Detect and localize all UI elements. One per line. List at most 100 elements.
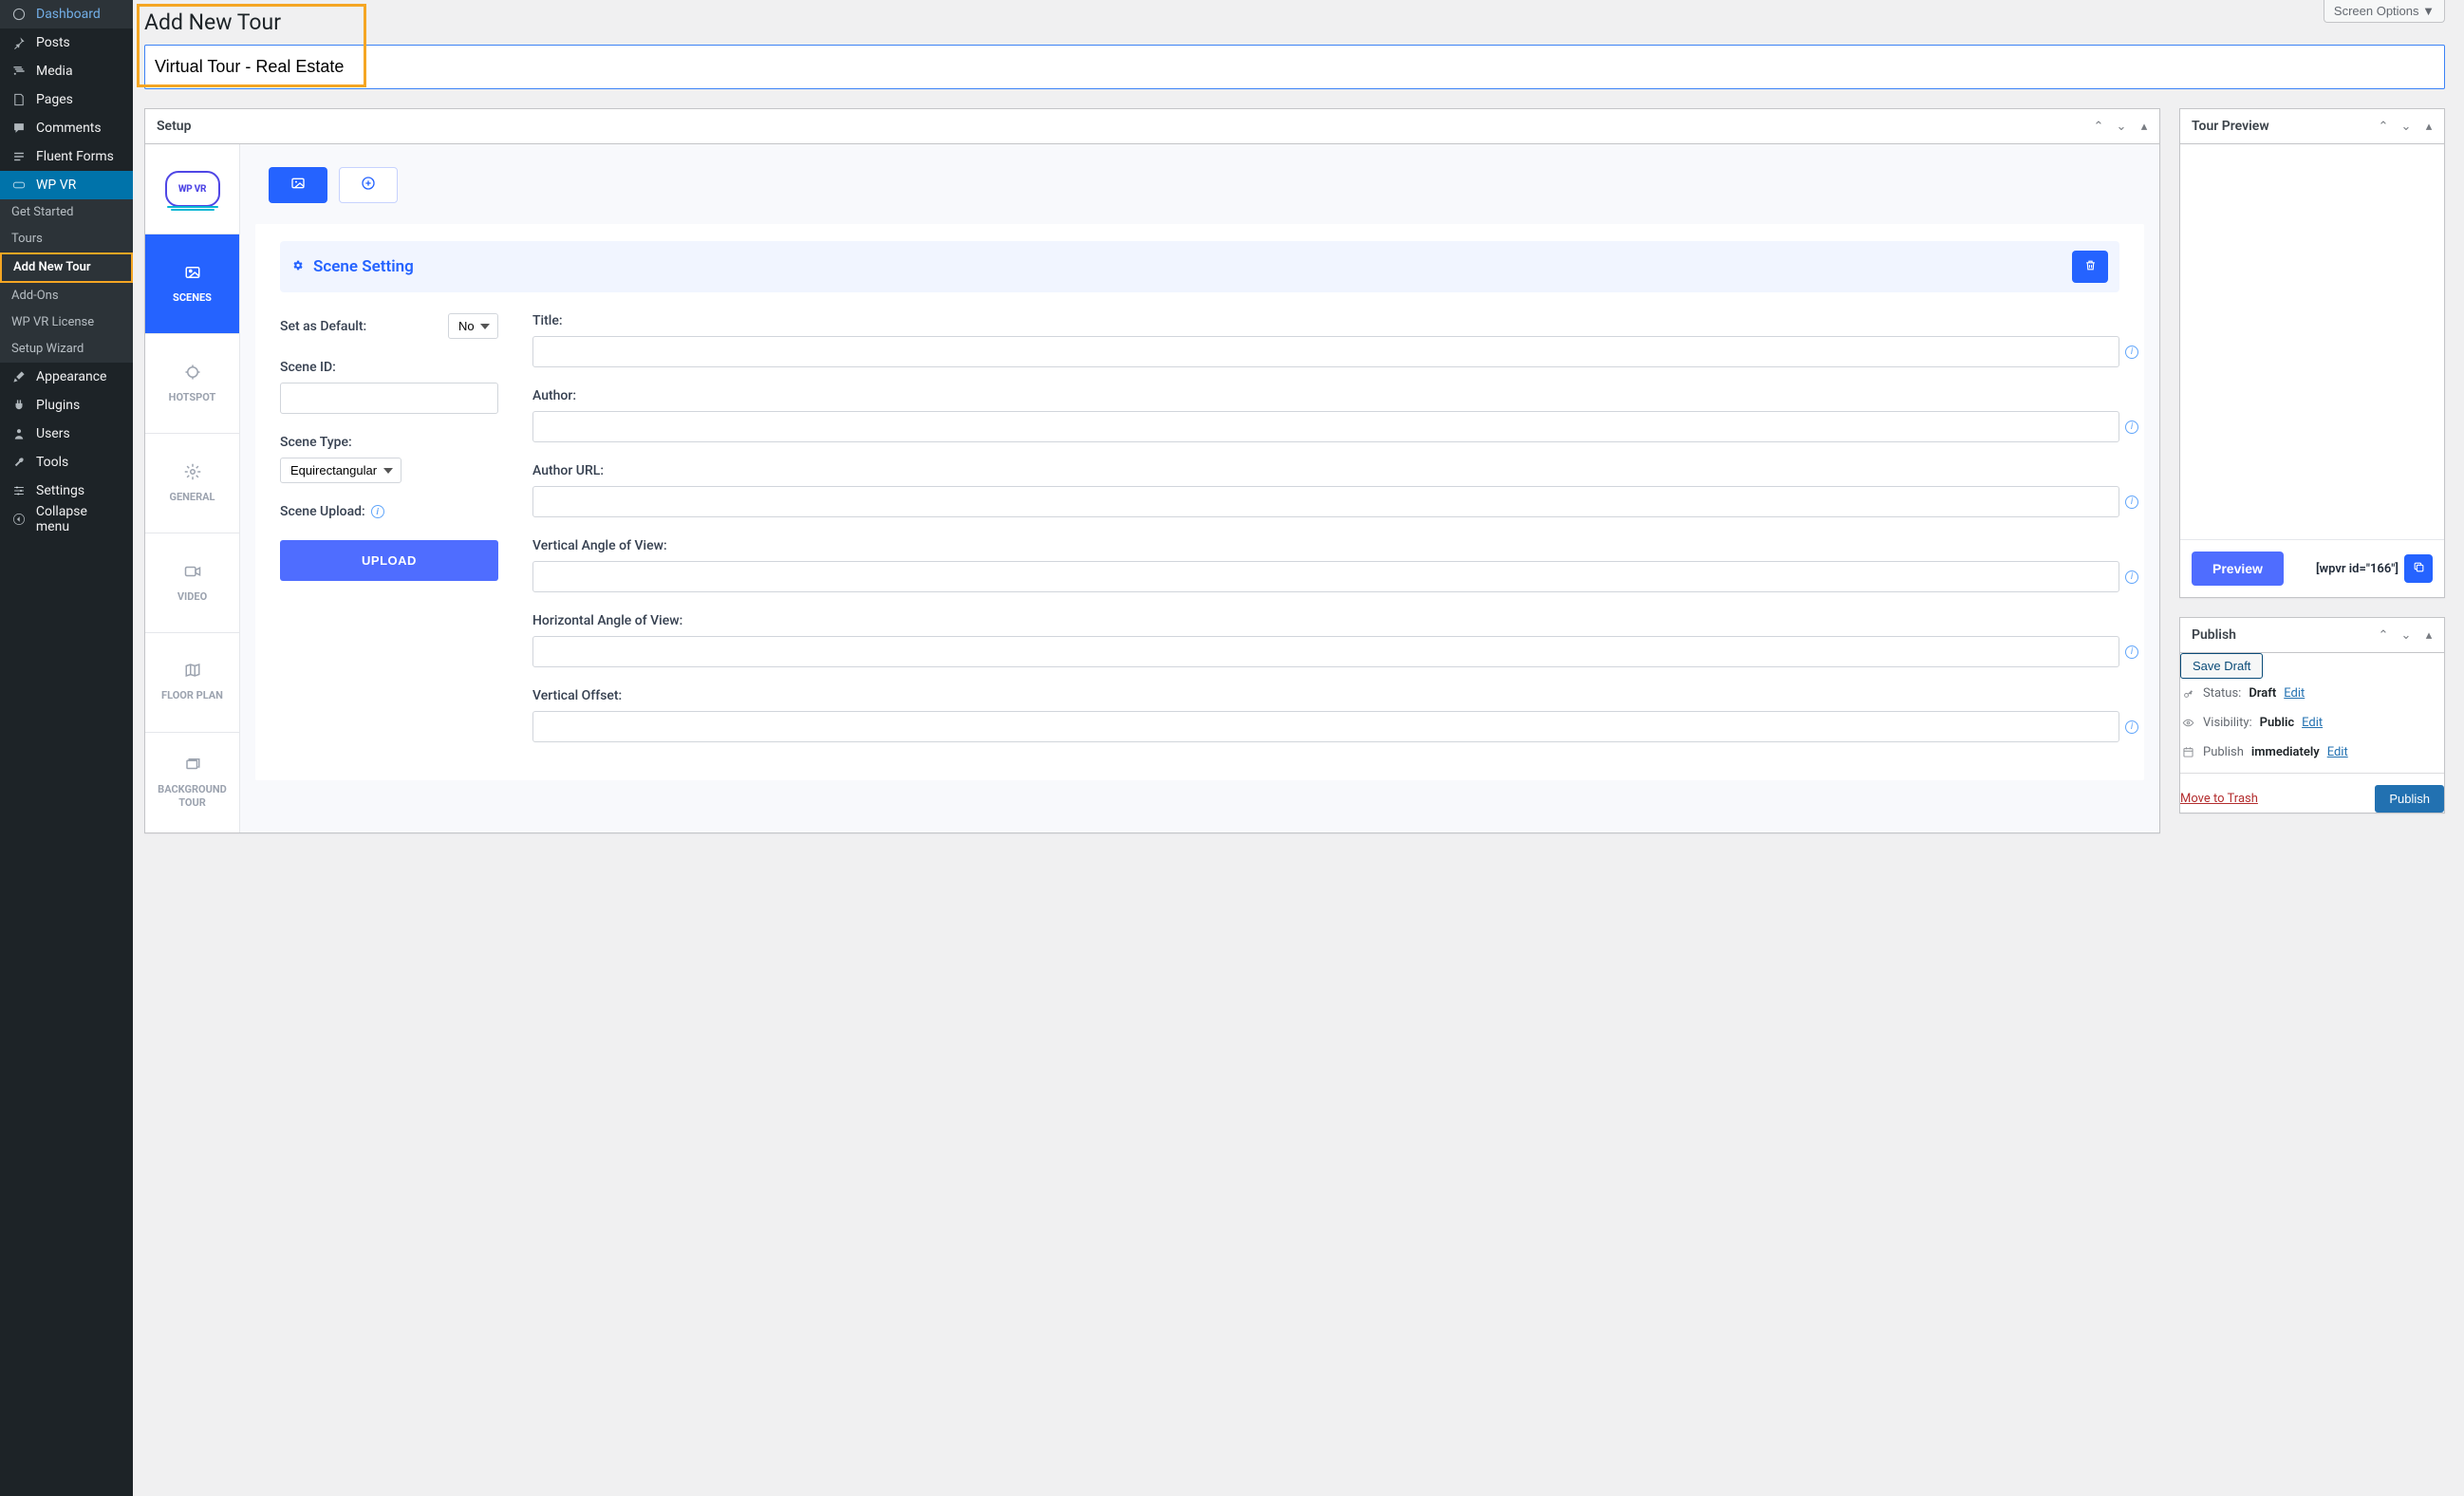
collapse-icon — [9, 510, 28, 529]
key-icon — [2180, 687, 2195, 700]
sidebar-item-plugins[interactable]: Plugins — [0, 391, 133, 420]
move-to-trash-link[interactable]: Move to Trash — [2180, 792, 2258, 806]
image-icon — [184, 264, 201, 286]
visibility-label: Visibility: — [2203, 716, 2252, 730]
tab-hotspot[interactable]: HOTSPOT — [145, 334, 239, 434]
preview-button[interactable]: Preview — [2192, 552, 2284, 586]
panel-down-icon[interactable]: ⌄ — [2397, 117, 2416, 136]
vertical-offset-input[interactable] — [532, 711, 2119, 742]
sub-tours[interactable]: Tours — [0, 226, 133, 252]
status-label: Status: — [2203, 686, 2241, 701]
info-icon[interactable]: i — [2125, 645, 2138, 659]
edit-status-link[interactable]: Edit — [2284, 686, 2305, 701]
info-icon[interactable]: i — [2125, 496, 2138, 509]
copy-shortcode-button[interactable] — [2404, 554, 2433, 583]
save-draft-button[interactable]: Save Draft — [2180, 653, 2263, 679]
wpvr-submenu: Get Started Tours Add New Tour Add-Ons W… — [0, 199, 133, 363]
preview-canvas — [2180, 144, 2444, 539]
pin-icon — [9, 33, 28, 52]
info-icon[interactable]: i — [371, 505, 384, 518]
sidebar-item-media[interactable]: Media — [0, 57, 133, 85]
tour-title-input[interactable] — [144, 45, 2445, 89]
sidebar-item-label: Appearance — [36, 369, 106, 384]
info-icon[interactable]: i — [2125, 570, 2138, 584]
sidebar-item-label: Fluent Forms — [36, 149, 114, 164]
author-input[interactable] — [532, 411, 2119, 442]
eye-icon — [2180, 717, 2195, 729]
calendar-icon — [2180, 746, 2195, 758]
title-label: Title: — [532, 313, 2119, 328]
sidebar-item-label: Dashboard — [36, 7, 101, 22]
sidebar-item-comments[interactable]: Comments — [0, 114, 133, 142]
sidebar-item-label: Users — [36, 426, 70, 441]
sub-license[interactable]: WP VR License — [0, 309, 133, 336]
tab-label: VIDEO — [177, 590, 207, 603]
info-icon[interactable]: i — [2125, 346, 2138, 359]
scene-type-select[interactable]: Equirectangular — [280, 458, 401, 483]
user-icon — [9, 424, 28, 443]
panel-down-icon[interactable]: ⌄ — [2397, 626, 2416, 645]
sub-wizard[interactable]: Setup Wizard — [0, 336, 133, 363]
tour-preview-panel: Tour Preview ⌃ ⌄ ▴ Preview [wpvr id="16 — [2179, 108, 2445, 598]
panel-down-icon[interactable]: ⌄ — [2112, 117, 2131, 136]
scene-pill-1[interactable] — [269, 167, 327, 203]
scene-id-input[interactable] — [280, 383, 498, 414]
sidebar-item-users[interactable]: Users — [0, 420, 133, 448]
panel-up-icon[interactable]: ⌃ — [2374, 117, 2393, 136]
edit-visibility-link[interactable]: Edit — [2302, 716, 2323, 730]
tab-bg-tour[interactable]: BACKGROUND TOUR — [145, 733, 239, 832]
sidebar-item-wpvr[interactable]: WP VR — [0, 171, 133, 199]
map-icon — [184, 662, 201, 683]
set-default-select[interactable]: No — [448, 313, 498, 339]
edit-publish-time-link[interactable]: Edit — [2327, 745, 2348, 759]
sidebar-item-dashboard[interactable]: Dashboard — [0, 0, 133, 28]
author-url-input[interactable] — [532, 486, 2119, 517]
sidebar-item-posts[interactable]: Posts — [0, 28, 133, 57]
wpvr-content: Scene Setting — [240, 144, 2159, 832]
setup-panel-title: Setup — [145, 109, 202, 143]
upload-button[interactable]: UPLOAD — [280, 540, 498, 581]
sidebar-item-collapse[interactable]: Collapse menu — [0, 505, 133, 533]
settings-gear-icon — [291, 259, 304, 275]
panel-up-icon[interactable]: ⌃ — [2374, 626, 2393, 645]
visibility-value: Public — [2260, 716, 2294, 730]
sidebar-item-label: Pages — [36, 92, 73, 107]
sidebar-item-fluent-forms[interactable]: Fluent Forms — [0, 142, 133, 171]
info-icon[interactable]: i — [2125, 720, 2138, 734]
publish-panel: Publish ⌃ ⌄ ▴ Save Draft Status: Draft — [2179, 617, 2445, 813]
tab-scenes[interactable]: SCENES — [145, 234, 239, 334]
delete-scene-button[interactable] — [2072, 251, 2108, 283]
tab-video[interactable]: VIDEO — [145, 533, 239, 633]
form-icon — [9, 147, 28, 166]
sidebar-item-label: Plugins — [36, 398, 80, 413]
panel-up-icon[interactable]: ⌃ — [2089, 117, 2108, 136]
info-icon[interactable]: i — [2125, 421, 2138, 434]
sidebar-item-settings[interactable]: Settings — [0, 477, 133, 505]
horizontal-angle-input[interactable] — [532, 636, 2119, 667]
sub-add-new-tour[interactable]: Add New Tour — [0, 252, 133, 283]
comment-icon — [9, 119, 28, 138]
vertical-angle-input[interactable] — [532, 561, 2119, 592]
sidebar-item-label: Collapse menu — [36, 504, 123, 534]
picture-icon — [290, 176, 306, 195]
title-input[interactable] — [532, 336, 2119, 367]
sidebar-item-pages[interactable]: Pages — [0, 85, 133, 114]
tab-general[interactable]: GENERAL — [145, 434, 239, 533]
sidebar-item-appearance[interactable]: Appearance — [0, 363, 133, 391]
sub-addons[interactable]: Add-Ons — [0, 283, 133, 309]
sidebar-item-tools[interactable]: Tools — [0, 448, 133, 477]
sub-get-started[interactable]: Get Started — [0, 199, 133, 226]
author-label: Author: — [532, 388, 2119, 403]
scene-type-label: Scene Type: — [280, 435, 498, 450]
scene-setting-heading: Scene Setting — [313, 257, 414, 276]
sliders-icon — [9, 481, 28, 500]
panel-toggle-icon[interactable]: ▴ — [2419, 117, 2438, 136]
panel-toggle-icon[interactable]: ▴ — [2135, 117, 2154, 136]
scene-pill-add[interactable] — [339, 167, 398, 203]
tab-floorplan[interactable]: FLOOR PLAN — [145, 633, 239, 733]
video-icon — [184, 563, 201, 585]
sidebar-item-label: Media — [36, 64, 73, 79]
publish-button[interactable]: Publish — [2375, 785, 2444, 813]
tab-label: FLOOR PLAN — [161, 689, 223, 702]
panel-toggle-icon[interactable]: ▴ — [2419, 626, 2438, 645]
